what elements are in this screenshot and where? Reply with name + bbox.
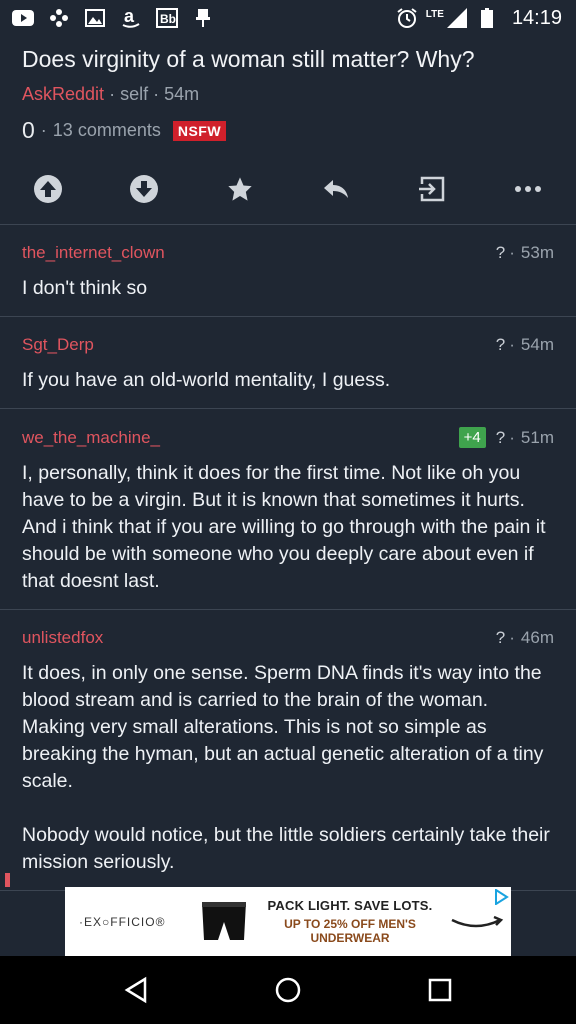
clock: 14:19 xyxy=(511,6,562,29)
pinwheel-icon xyxy=(48,7,70,29)
nsfw-badge: NSFW xyxy=(172,120,227,141)
star-icon xyxy=(228,177,252,201)
system-nav-bar xyxy=(0,956,576,1024)
comment[interactable]: we_the_machine_ +4 ? · 51m I, personally… xyxy=(0,409,576,610)
pin-icon xyxy=(192,7,214,29)
downvote-button[interactable] xyxy=(128,173,160,205)
reply-icon xyxy=(324,180,348,198)
comment-paragraph: If you have an old-world mentality, I gu… xyxy=(22,369,391,391)
ad-product-image xyxy=(189,892,259,952)
back-button[interactable] xyxy=(116,970,156,1010)
svg-text:a: a xyxy=(124,7,135,26)
comment-list: the_internet_clown ? · 53m I don't think… xyxy=(0,225,576,891)
comment-author[interactable]: unlistedfox xyxy=(22,628,103,648)
comment-paragraph: Nobody would notice, but the little sold… xyxy=(22,824,550,873)
comment-author[interactable]: the_internet_clown xyxy=(22,243,165,263)
back-icon xyxy=(124,976,147,1004)
separator: · xyxy=(509,243,515,262)
post-meta: AskReddit · self · 54m xyxy=(22,84,554,105)
ad-brand: ·EX○FFICIO® xyxy=(79,914,166,929)
home-button[interactable] xyxy=(268,970,308,1010)
comment-author[interactable]: Sgt_Derp xyxy=(22,335,94,355)
post-score: 0 xyxy=(22,117,35,143)
flair-icon: ? xyxy=(495,427,506,447)
amazon-icon: a xyxy=(120,7,142,29)
bb-icon: Bb xyxy=(156,7,178,29)
upvote-button[interactable] xyxy=(32,173,64,205)
comment[interactable]: the_internet_clown ? · 53m I don't think… xyxy=(0,225,576,317)
svg-text:Bb: Bb xyxy=(160,12,176,26)
comment[interactable]: unlistedfox ? · 46m It does, in only one… xyxy=(0,610,576,891)
downvote-icon xyxy=(130,175,158,203)
comment-author[interactable]: we_the_machine_ xyxy=(22,428,160,448)
adchoices-icon[interactable] xyxy=(493,888,509,906)
comment-age: 46m xyxy=(520,628,554,647)
upvote-icon xyxy=(34,175,62,203)
separator: · xyxy=(509,628,515,647)
comment-body: I, personally, think it does for the fir… xyxy=(22,460,554,595)
ad-subline: UP TO 25% OFF MEN'S UNDERWEAR xyxy=(284,917,416,945)
post-age: 54m xyxy=(164,84,200,104)
comment-body: I don't think so xyxy=(22,275,554,302)
flair-icon: ? xyxy=(495,335,506,354)
network-type: LTE xyxy=(425,8,444,20)
comment-body: It does, in only one sense. Sperm DNA fi… xyxy=(22,660,554,876)
comment-body: If you have an old-world mentality, I gu… xyxy=(22,367,554,394)
ad-banner[interactable]: ·EX○FFICIO® PACK LIGHT. SAVE LOTS. UP TO… xyxy=(65,887,511,956)
reply-button[interactable] xyxy=(320,173,352,205)
separator: · xyxy=(109,84,116,104)
separator: · xyxy=(509,335,515,354)
ad-headline: PACK LIGHT. SAVE LOTS. xyxy=(267,898,433,913)
comment-age: 53m xyxy=(520,243,554,262)
separator: · xyxy=(40,120,47,140)
flair-icon: ? xyxy=(495,628,506,647)
separator: · xyxy=(153,84,160,104)
signal-icon xyxy=(446,7,468,29)
recents-button[interactable] xyxy=(420,970,460,1010)
amazon-logo-icon xyxy=(441,902,511,942)
post-action-bar xyxy=(0,154,576,225)
more-button[interactable] xyxy=(512,173,544,205)
more-icon xyxy=(515,186,541,192)
score-badge: +4 xyxy=(458,427,486,448)
alarm-icon xyxy=(396,7,418,29)
comment[interactable]: Sgt_Derp ? · 54m If you have an old-worl… xyxy=(0,317,576,409)
score-line: 0 · 13 comments NSFW xyxy=(22,117,554,144)
save-button[interactable] xyxy=(224,173,256,205)
separator: · xyxy=(509,427,515,447)
status-bar: a Bb LTE 14:19 xyxy=(0,0,576,36)
comment-age: 54m xyxy=(520,335,554,354)
open-button[interactable] xyxy=(416,173,448,205)
comment-paragraph: I, personally, think it does for the fir… xyxy=(22,462,546,592)
comment-age: 51m xyxy=(520,427,554,447)
post-header: Does virginity of a woman still matter? … xyxy=(0,36,576,144)
battery-icon xyxy=(476,7,498,29)
subreddit-link[interactable]: AskReddit xyxy=(22,84,104,104)
open-icon xyxy=(419,176,445,202)
comment-paragraph: I don't think so xyxy=(22,277,148,299)
youtube-icon xyxy=(12,7,34,29)
comment-count[interactable]: 13 comments xyxy=(53,120,161,141)
recents-icon xyxy=(428,978,452,1002)
post-type: self xyxy=(120,84,149,104)
image-icon xyxy=(84,7,106,29)
post-title: Does virginity of a woman still matter? … xyxy=(22,46,475,72)
comment-paragraph: It does, in only one sense. Sperm DNA fi… xyxy=(22,662,544,792)
flair-icon: ? xyxy=(495,243,506,262)
home-icon xyxy=(275,977,301,1003)
scroll-indicator xyxy=(5,873,10,887)
